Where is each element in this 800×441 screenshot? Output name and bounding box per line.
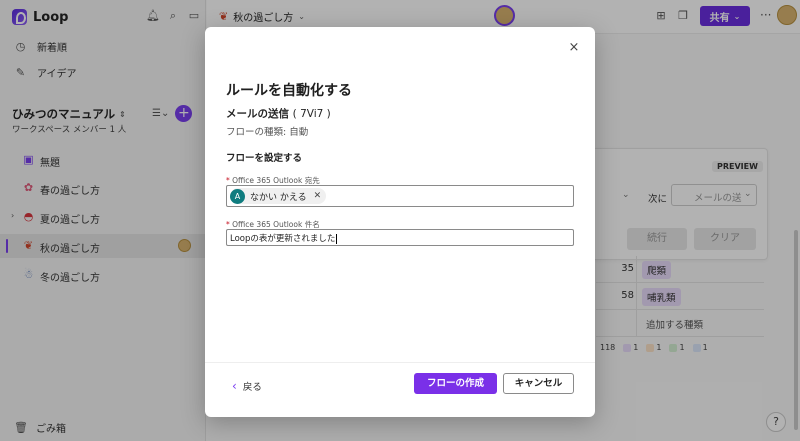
chevron-left-icon: ‹ xyxy=(232,379,237,393)
create-flow-button[interactable]: フローの作成 xyxy=(414,373,497,394)
automate-rule-dialog: × ルールを自動化する メールの送信 ( 7Vi7 ) フローの種類: 自動 フ… xyxy=(205,27,595,417)
avatar: A xyxy=(230,188,245,204)
flow-code: ( 7Vi7 ) xyxy=(292,108,331,120)
close-icon[interactable]: × xyxy=(567,41,581,55)
dialog-subtitle: メールの送信 ( 7Vi7 ) xyxy=(226,108,331,120)
cancel-button[interactable]: キャンセル xyxy=(503,373,574,394)
section-title: フローを設定する xyxy=(226,153,303,164)
back-button[interactable]: ‹ 戻る xyxy=(232,379,262,393)
to-recipient-field[interactable]: A なかい かえる ✕ xyxy=(226,185,574,207)
recipient-chip[interactable]: A なかい かえる ✕ xyxy=(230,188,327,204)
dialog-title: ルールを自動化する xyxy=(226,83,352,99)
subject-input[interactable]: Loopの表が更新されました xyxy=(226,229,574,246)
dialog-divider xyxy=(205,362,595,363)
flow-kind: フローの種類: 自動 xyxy=(226,127,309,138)
recipient-name: なかい かえる xyxy=(250,192,307,203)
remove-recipient-icon[interactable]: ✕ xyxy=(314,191,322,201)
